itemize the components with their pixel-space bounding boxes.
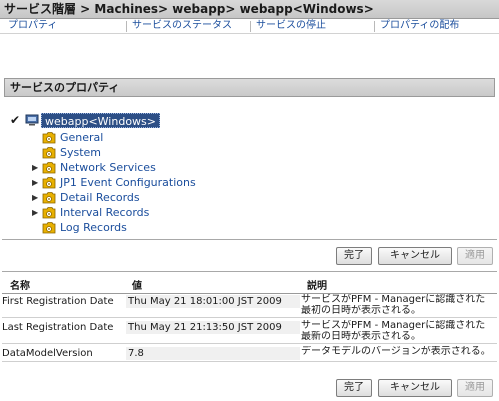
tree-node-label[interactable]: Log Records	[60, 220, 127, 235]
cancel-button[interactable]: キャンセル	[378, 247, 452, 265]
ok-button[interactable]: 完了	[336, 247, 372, 265]
property-value: Thu May 21 18:01:00 JST 2009	[126, 295, 300, 308]
property-name: DataModelVersion	[2, 348, 93, 359]
tab-properties[interactable]: プロパティ	[8, 19, 57, 33]
section-divider	[2, 271, 497, 272]
expand-arrow-icon[interactable]: ▶	[32, 190, 38, 205]
tab-distribute-properties[interactable]: プロパティの配布	[380, 19, 459, 33]
tab-separator	[250, 21, 251, 32]
tab-bar: プロパティ サービスのステータス サービスの停止 プロパティの配布	[0, 19, 499, 33]
tab-separator	[126, 21, 127, 32]
column-header-description: 説明	[307, 281, 327, 292]
expand-arrow-icon[interactable]: ▶	[32, 175, 38, 190]
property-value: 7.8	[126, 347, 300, 360]
property-value: Thu May 21 21:13:50 JST 2009	[126, 321, 300, 334]
row-divider	[2, 317, 497, 318]
tree-node-label[interactable]: System	[60, 145, 101, 160]
tab-separator	[374, 21, 375, 32]
monitor-icon	[25, 114, 39, 126]
property-name: Last Registration Date	[2, 322, 114, 333]
tree-node-label[interactable]: Network Services	[60, 160, 156, 175]
folder-icon	[42, 132, 56, 144]
tree-node-label[interactable]: JP1 Event Configurations	[60, 175, 196, 190]
panel-title: サービスのプロパティ	[4, 78, 495, 97]
folder-icon	[42, 192, 56, 204]
ok-button[interactable]: 完了	[336, 379, 372, 397]
tab-underline	[0, 33, 499, 34]
check-icon: ✔	[10, 113, 21, 127]
expand-arrow-icon[interactable]: ▶	[32, 160, 38, 175]
row-divider	[2, 343, 497, 344]
apply-button[interactable]: 適用	[457, 379, 493, 397]
section-divider	[2, 239, 497, 240]
column-header-name: 名称	[10, 281, 30, 292]
property-name: First Registration Date	[2, 296, 114, 307]
row-divider	[2, 361, 497, 362]
property-description: サービスがPFM - Managerに認識された	[301, 320, 486, 331]
tab-service-status[interactable]: サービスのステータス	[132, 19, 232, 33]
property-description: 最初の日時が表示される。	[301, 305, 421, 316]
tree-node-label[interactable]: Interval Records	[60, 205, 149, 220]
folder-icon	[42, 177, 56, 189]
apply-button[interactable]: 適用	[457, 247, 493, 265]
property-description: データモデルのバージョンが表示される。	[301, 346, 491, 357]
tab-stop-service[interactable]: サービスの停止	[256, 19, 326, 33]
folder-icon	[42, 147, 56, 159]
tree-node-label[interactable]: General	[60, 130, 103, 145]
column-header-value: 値	[132, 281, 142, 292]
folder-icon	[42, 162, 56, 174]
folder-icon	[42, 222, 56, 234]
property-description: 最新の日時が表示される。	[301, 331, 421, 342]
property-description: サービスがPFM - Managerに認識された	[301, 294, 486, 305]
tree-root-label[interactable]: webapp<Windows>	[41, 113, 160, 128]
folder-icon	[42, 207, 56, 219]
expand-arrow-icon[interactable]: ▶	[32, 205, 38, 220]
tree-node-label[interactable]: Detail Records	[60, 190, 140, 205]
breadcrumb: サービス階層 > Machines> webapp> webapp<Window…	[0, 0, 499, 19]
cancel-button[interactable]: キャンセル	[378, 379, 452, 397]
